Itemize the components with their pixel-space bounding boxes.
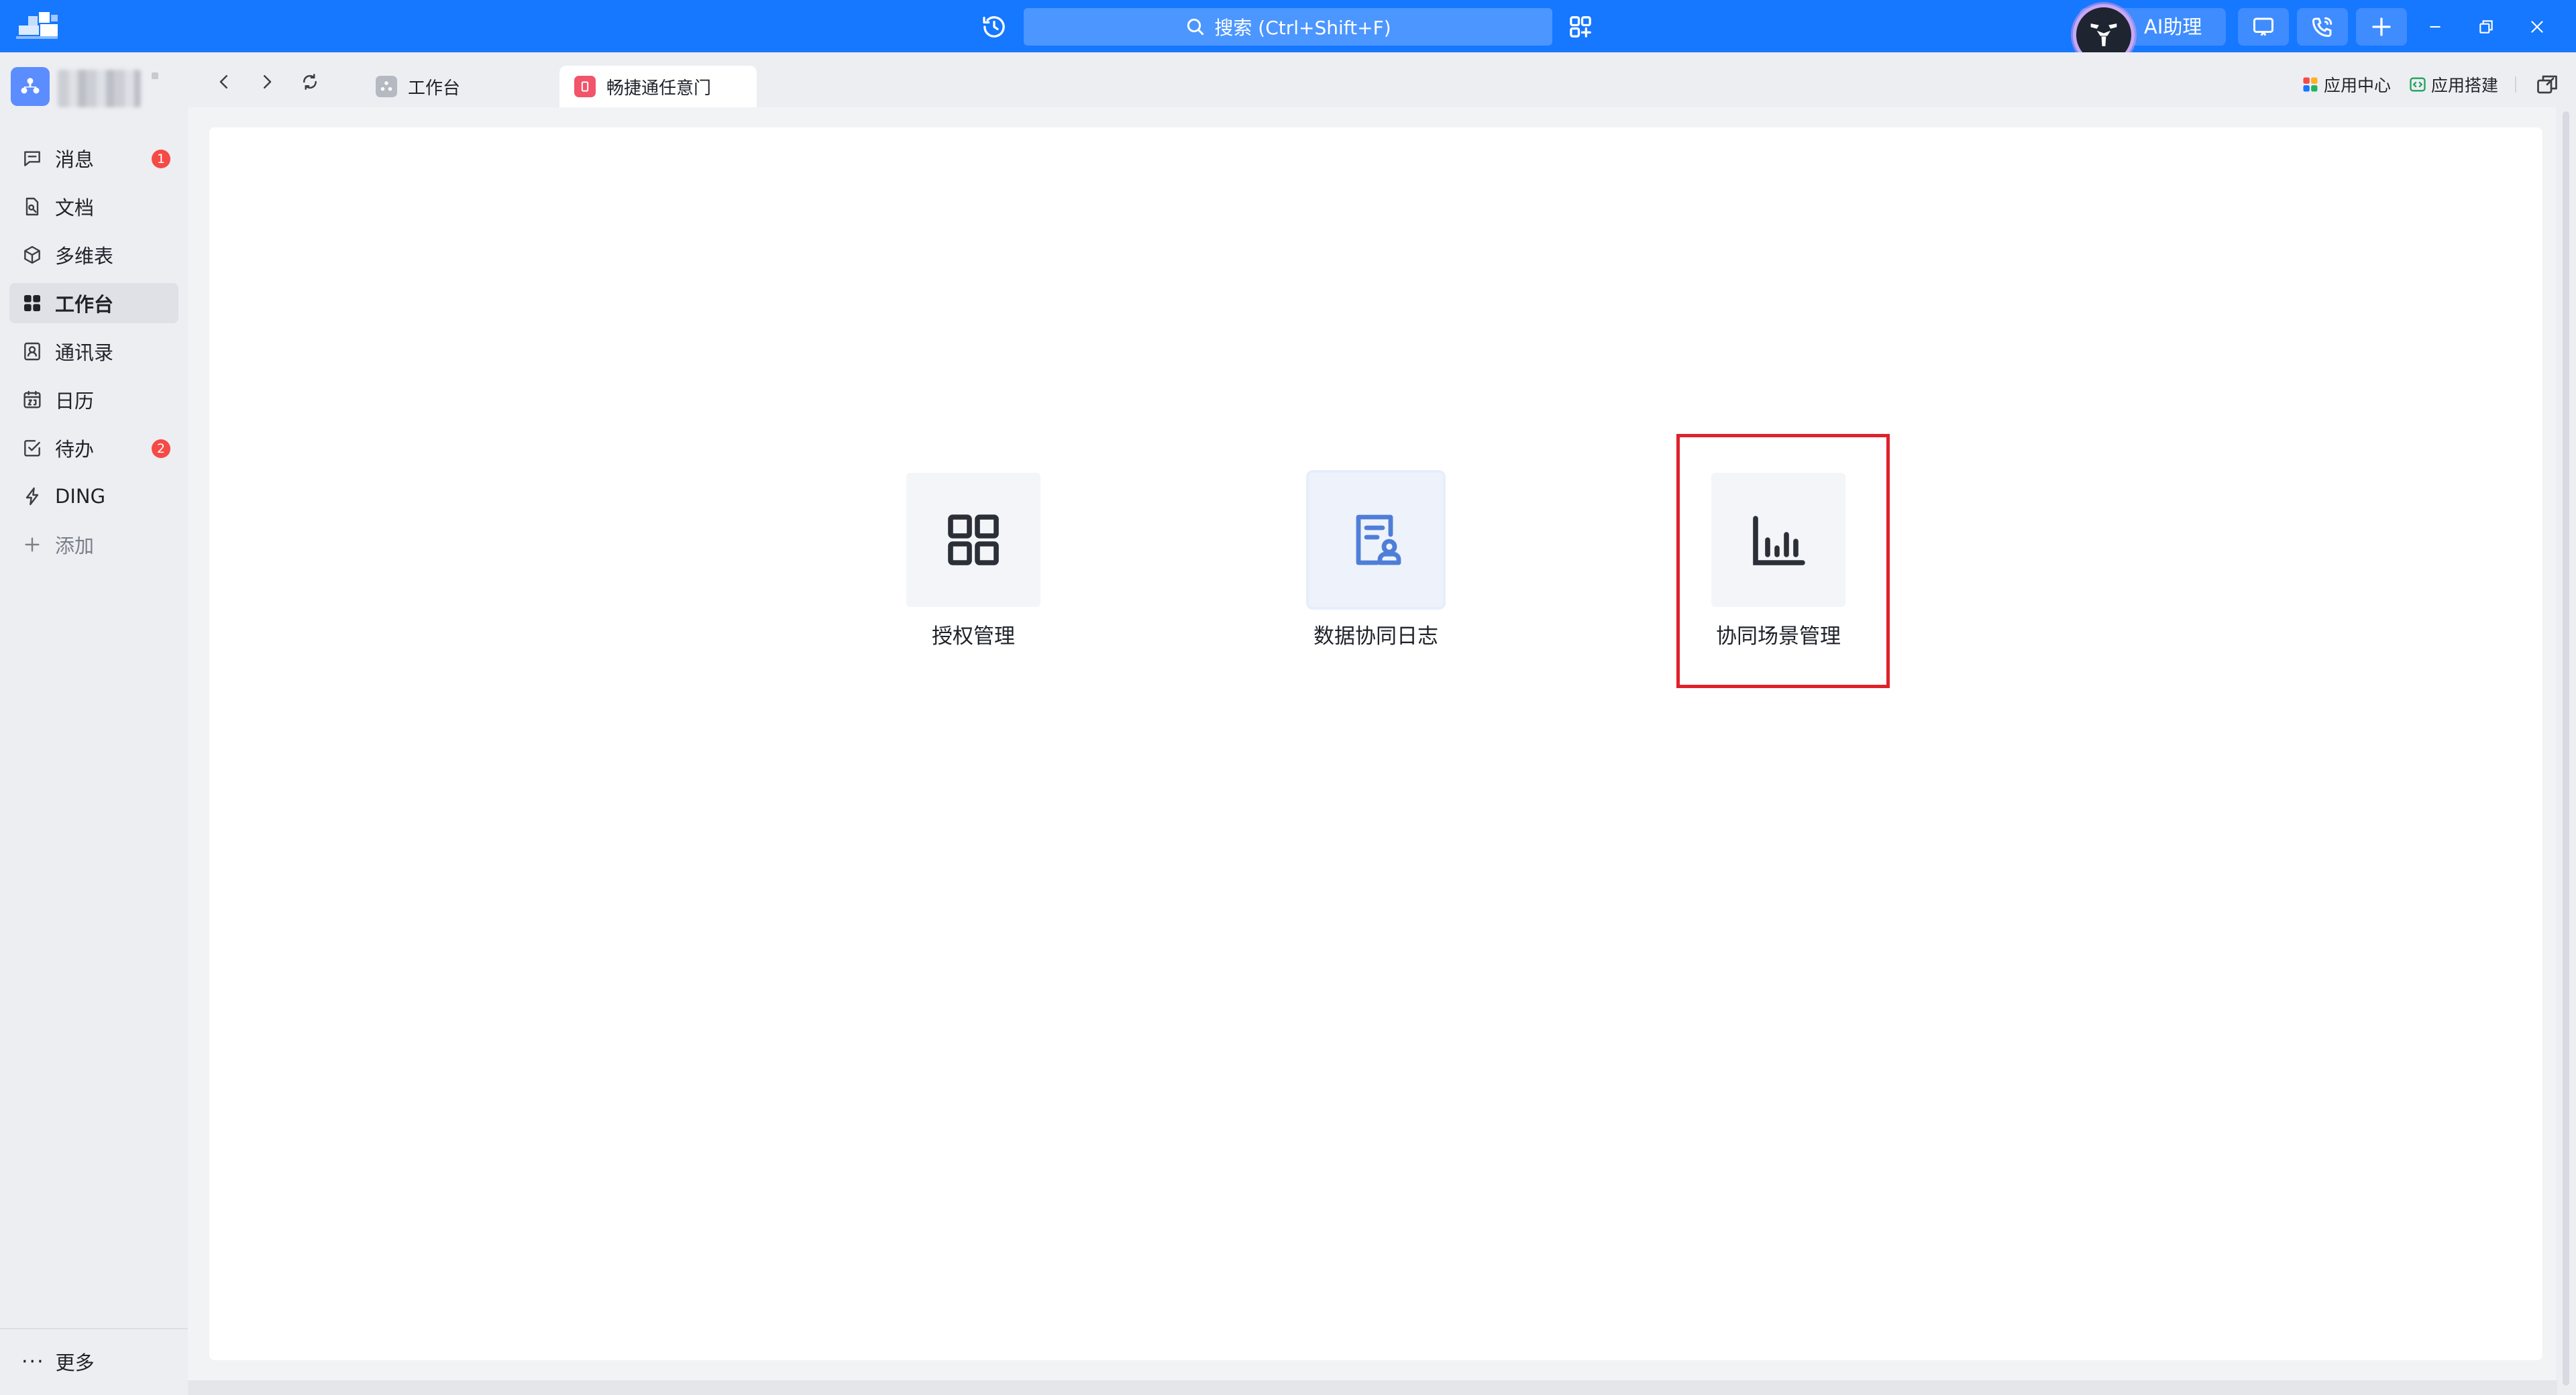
screen-share-icon xyxy=(2253,17,2273,36)
sidebar-item-ding[interactable]: DING xyxy=(9,476,178,516)
search-input[interactable]: 搜索 (Ctrl+Shift+F) xyxy=(1024,8,1552,46)
sidebar-item-label: DING xyxy=(55,485,106,508)
back-button[interactable] xyxy=(211,68,237,95)
restore-icon xyxy=(2479,20,2493,34)
sidebar-more-label: 更多 xyxy=(55,1351,95,1374)
changjietong-tab-icon xyxy=(574,76,596,97)
app-tile-label: 数据协同日志 xyxy=(1313,624,1438,649)
vertical-scrollbar[interactable] xyxy=(2557,107,2576,1395)
sidebar-item-label: 通讯录 xyxy=(55,341,114,364)
restore-button[interactable] xyxy=(2471,12,2501,42)
checkbox-icon xyxy=(24,440,40,457)
app-logo xyxy=(16,12,59,39)
org-indicator xyxy=(152,72,158,79)
sidebar-item-label: 消息 xyxy=(55,148,95,171)
highlight-box xyxy=(1676,434,1890,688)
call-button[interactable] xyxy=(2297,8,2348,46)
sidebar-item-multitable[interactable]: 多维表 xyxy=(9,235,178,275)
tab-changjietong[interactable]: 畅捷通任意门 xyxy=(559,66,757,107)
app-center-icon xyxy=(2303,77,2318,92)
document-icon xyxy=(25,197,39,216)
ai-assistant-label: AI助理 xyxy=(2144,15,2202,38)
mini-apps-icon[interactable] xyxy=(1567,13,1594,40)
history-icon[interactable] xyxy=(981,13,1008,40)
sidebar-item-docs[interactable]: 文档 xyxy=(9,186,178,227)
sidebar-item-label: 日历 xyxy=(55,390,95,412)
open-in-window-button[interactable] xyxy=(2535,72,2559,97)
sidebar-item-contacts[interactable]: 通讯录 xyxy=(9,331,178,372)
grid-icon xyxy=(24,295,40,311)
content-card: 授权管理 数据协同日志 协同场景管理 xyxy=(209,127,2542,1360)
create-button[interactable] xyxy=(2356,8,2407,46)
contacts-icon xyxy=(24,342,40,361)
refresh-icon xyxy=(303,74,317,90)
tab-label: 工作台 xyxy=(408,78,461,99)
ai-assistant-button[interactable]: AI助理 xyxy=(2073,4,2226,66)
tab-workbench[interactable]: 工作台 xyxy=(361,66,535,107)
todo-badge: 2 xyxy=(152,439,170,458)
open-window-icon xyxy=(2537,75,2557,94)
sidebar-item-label: 工作台 xyxy=(55,293,114,316)
screen-share-button[interactable] xyxy=(2238,8,2289,46)
refresh-button[interactable] xyxy=(297,68,323,95)
calendar-icon xyxy=(23,390,41,408)
horizontal-scrollbar[interactable] xyxy=(188,1380,2557,1395)
app-tile-icon-box xyxy=(906,473,1040,607)
sidebar-item-messages[interactable]: 消息 1 xyxy=(9,138,178,178)
app-center-label: 应用中心 xyxy=(2324,76,2392,95)
org-icon xyxy=(21,78,40,94)
message-icon xyxy=(24,151,40,166)
app-authorization-management[interactable]: 授权管理 xyxy=(893,473,1054,649)
chevron-right-icon xyxy=(264,75,272,89)
app-builder-label: 应用搭建 xyxy=(2431,76,2499,95)
close-button[interactable] xyxy=(2522,12,2552,42)
search-icon xyxy=(1187,18,1204,36)
sidebar-item-calendar[interactable]: 日历 xyxy=(9,380,178,420)
lightning-icon xyxy=(25,487,39,506)
more-icon: ··· xyxy=(21,1349,45,1374)
app-center-link[interactable]: 应用中心 xyxy=(2301,72,2391,97)
org-name-blurred[interactable] xyxy=(58,70,141,107)
sidebar-divider xyxy=(0,1328,188,1329)
sidebar-item-label: 多维表 xyxy=(55,245,114,268)
minimize-button[interactable] xyxy=(2420,12,2450,42)
app-tile-icon-box xyxy=(1309,473,1443,607)
workbench-tab-icon xyxy=(376,76,397,97)
sidebar-item-label: 添加 xyxy=(55,535,95,557)
sidebar-item-label: 文档 xyxy=(55,197,95,219)
app-builder-icon xyxy=(2410,77,2426,92)
close-icon xyxy=(2531,21,2543,33)
sidebar: 消息 1 文档 多维表 工作台 通讯录 日历 待办 2 DING 添加 ··· … xyxy=(0,52,188,1395)
grid-four-icon xyxy=(948,514,999,565)
chevron-left-icon xyxy=(219,75,227,89)
phone-icon xyxy=(2312,17,2332,37)
title-bar: 搜索 (Ctrl+Shift+F) AI助理 xyxy=(0,0,2576,66)
minimize-icon xyxy=(2430,25,2440,28)
app-tile-label: 授权管理 xyxy=(932,624,1015,649)
cube-icon xyxy=(24,245,40,264)
toolbar-divider xyxy=(2515,76,2516,93)
search-placeholder: 搜索 (Ctrl+Shift+F) xyxy=(1214,17,1391,39)
org-avatar[interactable] xyxy=(11,67,50,106)
sidebar-item-label: 待办 xyxy=(55,438,95,461)
plus-icon xyxy=(2372,17,2391,36)
tab-bar: 工作台 畅捷通任意门 应用中心 应用搭建 xyxy=(188,52,2576,107)
app-data-sync-log[interactable]: 数据协同日志 xyxy=(1295,473,1456,649)
sidebar-more-button[interactable]: ··· 更多 xyxy=(21,1341,95,1382)
sidebar-item-workbench[interactable]: 工作台 xyxy=(9,283,178,323)
document-user-icon xyxy=(1356,514,1401,565)
unread-badge: 1 xyxy=(152,150,170,168)
sidebar-item-add[interactable]: 添加 xyxy=(9,524,178,565)
scrollbar-thumb[interactable] xyxy=(2563,111,2569,1386)
app-builder-link[interactable]: 应用搭建 xyxy=(2408,72,2498,97)
sidebar-nav: 消息 1 文档 多维表 工作台 通讯录 日历 待办 2 DING 添加 xyxy=(9,138,178,573)
forward-button[interactable] xyxy=(254,68,280,95)
tab-label: 畅捷通任意门 xyxy=(606,78,712,99)
sidebar-item-todo[interactable]: 待办 2 xyxy=(9,428,178,468)
plus-icon xyxy=(25,537,40,552)
